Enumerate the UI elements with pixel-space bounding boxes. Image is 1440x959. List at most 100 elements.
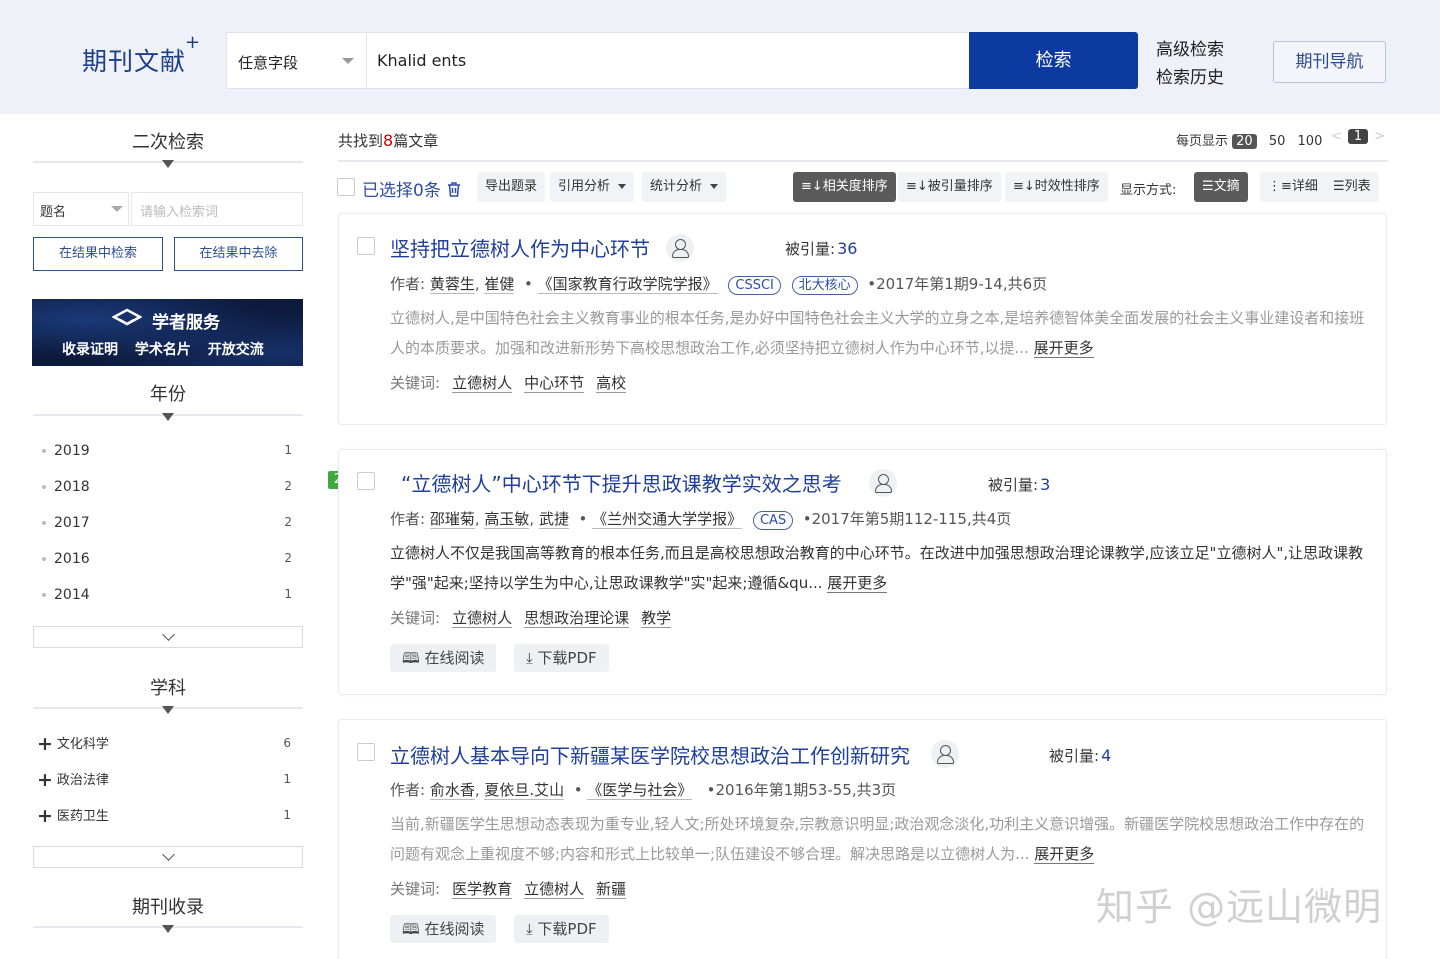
sort-time-button[interactable]: ≡↓时效性排序 [1005, 172, 1108, 202]
keyword-link[interactable]: 中心环节 [524, 374, 585, 393]
year-label: 2017 [54, 515, 90, 531]
keyword-link[interactable]: 高校 [596, 374, 627, 393]
caret-down-icon [710, 184, 719, 189]
journal-nav-button[interactable]: 期刊导航 [1273, 41, 1386, 83]
triangle-down-icon [162, 160, 174, 168]
view-detail-button[interactable]: ⋮≡详细 [1260, 172, 1326, 202]
subject-item[interactable]: + 文化科学 6 [37, 733, 291, 755]
keyword-link[interactable]: 立德树人 [452, 374, 513, 393]
user-icon[interactable] [666, 234, 694, 262]
scholar-service-banner[interactable]: 学者服务 收录证明 学术名片 开放交流 [32, 299, 303, 366]
cite-label: 被引量: [785, 240, 836, 258]
index-tag: 北大核心 [791, 276, 858, 295]
download-pdf-button[interactable]: ⤓ 下载PDF [514, 644, 609, 672]
secondary-search-input[interactable]: 请输入检索词 [131, 192, 303, 226]
user-icon[interactable] [869, 469, 897, 497]
bullet-icon [42, 557, 46, 561]
selected-count[interactable]: 已选择0条 [362, 176, 462, 201]
author-link[interactable]: 武捷 [538, 510, 569, 529]
subject-item[interactable]: + 政治法律 1 [37, 769, 291, 791]
year-item[interactable]: 2014 1 [42, 587, 292, 603]
view-abstract-button[interactable]: ☰文摘 [1194, 172, 1248, 202]
expand-more-link[interactable]: 展开更多 [827, 574, 888, 593]
sort-cited-label: 被引量排序 [927, 179, 993, 194]
author-link[interactable]: 高玉敏 [484, 510, 530, 529]
chevron-down-icon [162, 848, 175, 861]
year-item[interactable]: 2019 1 [42, 443, 292, 459]
cite-value[interactable]: 4 [1101, 746, 1111, 765]
cite-value[interactable]: 36 [837, 239, 857, 258]
journal-link[interactable]: 《兰州交通大学学报》 [592, 510, 743, 529]
year-label: 2019 [54, 443, 90, 459]
book-icon: 🕮 [402, 649, 420, 667]
read-online-button[interactable]: 🕮 在线阅读 [390, 644, 497, 672]
keyword-label: 关键词: [390, 880, 441, 898]
subject-item[interactable]: + 医药卫生 1 [37, 805, 291, 827]
prev-page-icon[interactable]: < [1331, 129, 1342, 144]
site-logo[interactable]: 期刊文献 + [82, 32, 200, 78]
journal-link[interactable]: 《国家教育行政学院学报》 [537, 275, 718, 294]
secondary-field-label: 题名 [40, 205, 67, 220]
stats-analysis-button[interactable]: 统计分析 [642, 172, 727, 202]
field-select[interactable]: 任意字段 [227, 33, 367, 88]
article-checkbox[interactable] [357, 743, 375, 761]
author-link[interactable]: 俞水香 [429, 781, 475, 800]
year-item[interactable]: 2017 2 [42, 515, 292, 531]
keyword-link[interactable]: 新疆 [596, 880, 627, 899]
keyword-link[interactable]: 思想政治理论课 [524, 609, 630, 628]
year-item[interactable]: 2016 2 [42, 551, 292, 567]
per-page-option-active[interactable]: 20 [1232, 134, 1257, 149]
subject-label: 文化科学 [56, 737, 109, 752]
year-label: 2016 [54, 551, 90, 567]
citation-label: 引用分析 [558, 179, 611, 194]
select-all-checkbox[interactable] [337, 178, 355, 196]
keyword-link[interactable]: 教学 [641, 609, 672, 628]
search-in-results-button[interactable]: 在结果中检索 [33, 237, 163, 271]
article-title[interactable]: “立德树人”中心环节下提升思政课教学实效之思考 [401, 468, 842, 497]
article-title[interactable]: 立德树人基本导向下新疆某医学院校思想政治工作创新研究 [390, 740, 910, 769]
keyword-link[interactable]: 立德树人 [524, 880, 585, 899]
year-count: 2 [284, 515, 292, 529]
per-page-option[interactable]: 100 [1298, 134, 1323, 149]
read-online-label: 在线阅读 [424, 649, 485, 667]
exclude-from-results-button[interactable]: 在结果中去除 [174, 237, 303, 271]
citation-analysis-button[interactable]: 引用分析 [550, 172, 635, 202]
secondary-field-select[interactable]: 题名 [33, 192, 129, 226]
expand-years-button[interactable] [33, 626, 303, 648]
article-checkbox[interactable] [357, 237, 375, 255]
author-link[interactable]: 夏依旦.艾山 [484, 781, 565, 800]
keyword-link[interactable]: 立德树人 [452, 609, 513, 628]
search-history-link[interactable]: 检索历史 [1156, 64, 1224, 92]
year-item[interactable]: 2018 2 [42, 479, 292, 495]
read-online-button[interactable]: 🕮 在线阅读 [390, 915, 497, 943]
view-list-button[interactable]: ☰列表 [1325, 172, 1379, 202]
article-title[interactable]: 坚持把立德树人作为中心环节 [390, 233, 650, 262]
expand-more-link[interactable]: 展开更多 [1034, 845, 1095, 864]
per-page-option[interactable]: 50 [1269, 134, 1286, 149]
cite-label: 被引量: [988, 476, 1039, 494]
article-card: “立德树人”中心环节下提升思政课教学实效之思考 被引量: 3 作者: 邵璀菊, 高… [338, 449, 1387, 695]
search-input[interactable]: Khalid ents [377, 51, 466, 70]
sort-cited-button[interactable]: ≡↓被引量排序 [898, 172, 1001, 202]
current-page[interactable]: 1 [1347, 129, 1369, 144]
keyword-link[interactable]: 医学教育 [452, 880, 513, 899]
author-link[interactable]: 邵璀菊 [429, 510, 475, 529]
next-page-icon[interactable]: > [1374, 129, 1385, 144]
user-icon[interactable] [931, 740, 959, 768]
sort-relevance-button[interactable]: ≡↓相关度排序 [793, 172, 896, 202]
trash-icon[interactable] [446, 181, 462, 198]
journal-link[interactable]: 《医学与社会》 [587, 781, 693, 800]
search-button[interactable]: 检索 [969, 32, 1138, 89]
advanced-search-link[interactable]: 高级检索 [1156, 36, 1224, 64]
advanced-links: 高级检索 检索历史 [1156, 36, 1224, 92]
search-box: 任意字段 Khalid ents [226, 32, 970, 89]
download-pdf-button[interactable]: ⤓ 下载PDF [514, 915, 609, 943]
issue-info: 2017年第5期112-115,共4页 [811, 510, 1012, 528]
expand-subjects-button[interactable] [33, 846, 303, 868]
author-link[interactable]: 黄蓉生 [429, 275, 475, 294]
expand-more-link[interactable]: 展开更多 [1033, 339, 1094, 358]
article-checkbox[interactable] [357, 472, 375, 490]
author-link[interactable]: 崔健 [484, 275, 515, 294]
cite-value[interactable]: 3 [1040, 475, 1050, 494]
export-button[interactable]: 导出题录 [477, 172, 546, 202]
